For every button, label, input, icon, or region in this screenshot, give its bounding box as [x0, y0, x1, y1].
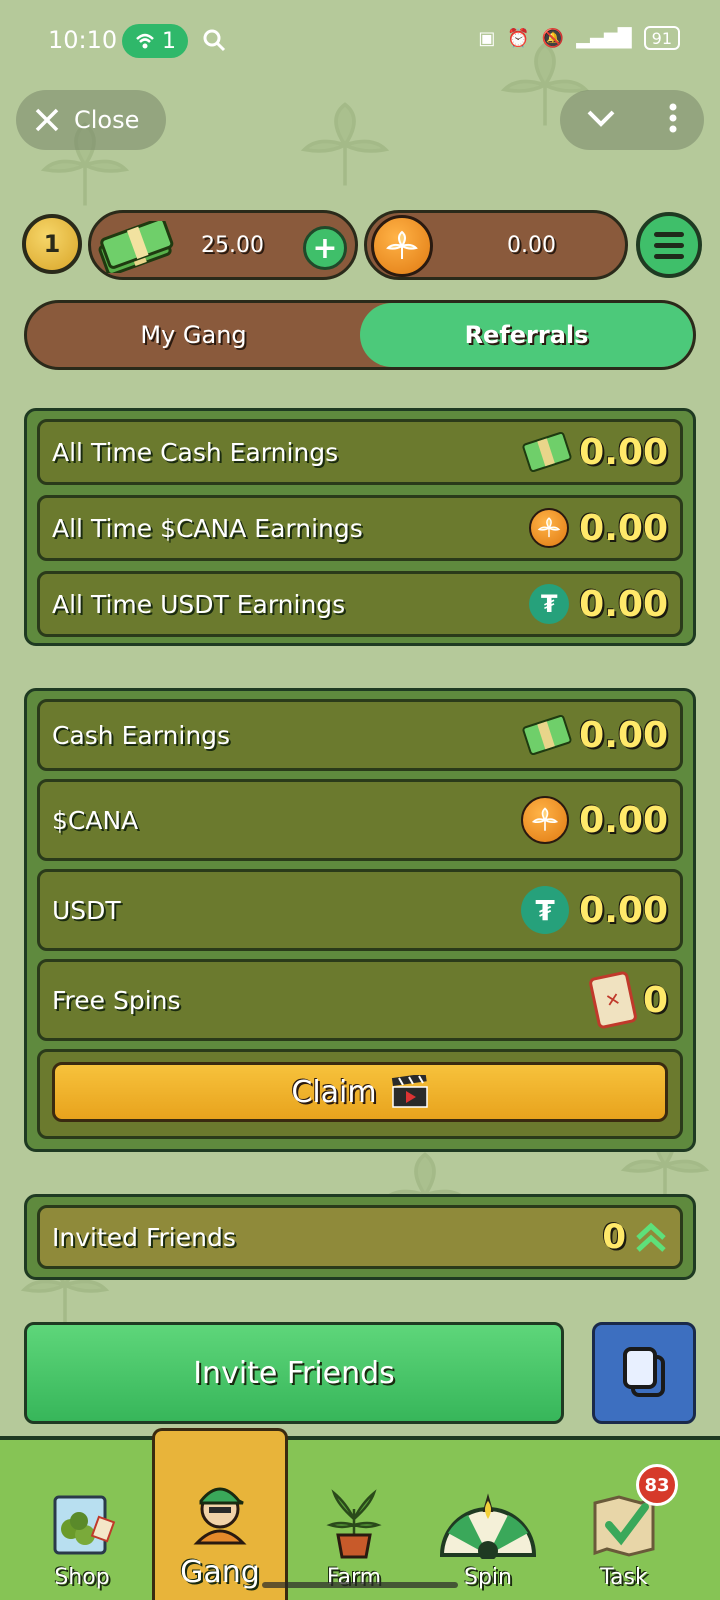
cash-balance: 25.00 — [201, 233, 264, 258]
cana-balance: 0.00 — [507, 233, 556, 258]
bottom-navigation: Shop Gang Farm Spin 83 Task — [0, 1428, 720, 1600]
nav-gang[interactable]: Gang — [152, 1428, 288, 1600]
cana-coin-icon — [521, 796, 570, 844]
usdt-earnings-row: USDT ₮ 0.00 — [37, 869, 683, 951]
level-badge: 1 — [22, 214, 82, 274]
row-label: Invited Friends — [52, 1222, 236, 1252]
mute-icon: 🔕 — [541, 27, 565, 49]
cash-stack-icon — [95, 217, 175, 277]
invited-friends-row[interactable]: Invited Friends 0 — [37, 1205, 683, 1269]
status-bar: 10:10 1 ▣ ⏰ 🔕 ▂▄▆█ 91 — [0, 0, 720, 84]
plant-pot-icon — [326, 1489, 382, 1559]
row-value: 0.00 — [579, 431, 668, 473]
clapperboard-icon — [391, 1075, 428, 1108]
home-indicator[interactable] — [262, 1582, 458, 1588]
close-button[interactable]: Close — [16, 90, 166, 150]
hotspot-pill: 1 — [122, 24, 188, 58]
nav-farm[interactable]: Farm — [286, 1440, 422, 1600]
claim-row: Claim — [37, 1049, 683, 1139]
nav-label: Spin — [464, 1565, 512, 1590]
nav-task[interactable]: 83 Task — [556, 1440, 692, 1600]
status-icons: ▣ ⏰ 🔕 ▂▄▆█ 91 — [478, 26, 680, 50]
shop-bag-icon — [53, 1495, 116, 1555]
copy-icon — [623, 1347, 665, 1397]
cash-icon — [521, 713, 573, 757]
menu-pill — [560, 90, 704, 150]
nav-label: Gang — [180, 1555, 260, 1590]
battery-level: 91 — [651, 28, 672, 48]
claim-button[interactable]: Claim — [52, 1062, 668, 1122]
row-label: All Time $CANA Earnings — [52, 513, 363, 543]
cash-earnings-row: Cash Earnings 0.00 — [37, 699, 683, 771]
all-time-cash-row: All Time Cash Earnings 0.00 — [37, 419, 683, 485]
level-value: 1 — [43, 230, 61, 258]
row-value: 0.00 — [579, 507, 668, 549]
invited-count: 0 — [602, 1217, 626, 1257]
cana-earnings-row: $CANA 0.00 — [37, 779, 683, 861]
all-time-usdt-row: All Time USDT Earnings ₮ 0.00 — [37, 571, 683, 637]
plus-label: + — [312, 230, 338, 266]
row-label: USDT — [52, 895, 121, 925]
spin-wheel-icon — [439, 1493, 537, 1559]
cana-balance-pill: 0.00 — [364, 210, 628, 280]
close-icon — [35, 108, 59, 132]
cash-balance-pill: 25.00 + — [88, 210, 358, 280]
battery-icon: 91 — [643, 26, 680, 50]
cana-coin-icon — [371, 215, 433, 277]
all-time-cana-row: All Time $CANA Earnings 0.00 — [37, 495, 683, 561]
row-value: 0.00 — [579, 714, 668, 756]
row-value: 0.00 — [579, 583, 668, 625]
tab-referrals[interactable]: Referrals — [360, 303, 693, 367]
row-label: All Time Cash Earnings — [52, 437, 339, 467]
status-time: 10:10 — [48, 26, 118, 54]
tab-my-gang[interactable]: My Gang — [27, 303, 360, 367]
nfc-icon: ▣ — [478, 27, 496, 49]
row-value: 0 — [642, 979, 668, 1021]
row-value: 0.00 — [579, 799, 668, 841]
row-label: All Time USDT Earnings — [52, 589, 346, 619]
chevron-down-icon[interactable] — [586, 108, 616, 132]
nav-label: Task — [600, 1565, 648, 1590]
usdt-icon: ₮ — [529, 584, 570, 624]
alarm-icon: ⏰ — [507, 27, 530, 49]
invited-friends-panel: Invited Friends 0 — [24, 1194, 696, 1280]
signal-icon: ▂▄▆█ — [576, 27, 632, 49]
all-time-earnings-panel: All Time Cash Earnings 0.00 All Time $CA… — [24, 408, 696, 646]
chevron-double-up-icon — [636, 1222, 666, 1252]
usdt-icon: ₮ — [521, 886, 570, 934]
earnings-panel: Cash Earnings 0.00 $CANA 0.00 USDT ₮ 0.0… — [24, 688, 696, 1152]
gang-avatar-icon — [193, 1487, 247, 1545]
invite-friends-label: Invite Friends — [193, 1355, 395, 1391]
cash-icon — [521, 430, 573, 474]
row-label: $CANA — [52, 805, 139, 835]
row-label: Cash Earnings — [52, 720, 231, 750]
gang-tabs: My Gang Referrals — [24, 300, 696, 370]
copy-link-button[interactable] — [592, 1322, 696, 1424]
invite-friends-button[interactable]: Invite Friends — [24, 1322, 564, 1424]
free-spins-row: Free Spins ✕ 0 — [37, 959, 683, 1041]
row-value: 0.00 — [579, 889, 668, 931]
add-cash-button[interactable]: + — [303, 226, 347, 270]
hamburger-menu-button[interactable] — [636, 212, 702, 278]
row-label: Free Spins — [52, 985, 181, 1015]
nav-shop[interactable]: Shop — [14, 1440, 150, 1600]
nav-spin[interactable]: Spin — [420, 1440, 556, 1600]
nav-label: Shop — [54, 1565, 110, 1590]
close-label: Close — [74, 106, 140, 134]
ticket-icon: ✕ — [587, 970, 638, 1030]
search-icon — [202, 28, 226, 56]
claim-label: Claim — [291, 1074, 377, 1110]
hotspot-icon — [136, 33, 154, 49]
more-options-icon[interactable] — [668, 103, 678, 137]
task-count-badge: 83 — [636, 1464, 678, 1506]
cana-coin-icon — [529, 508, 570, 548]
hotspot-count: 1 — [162, 28, 176, 54]
